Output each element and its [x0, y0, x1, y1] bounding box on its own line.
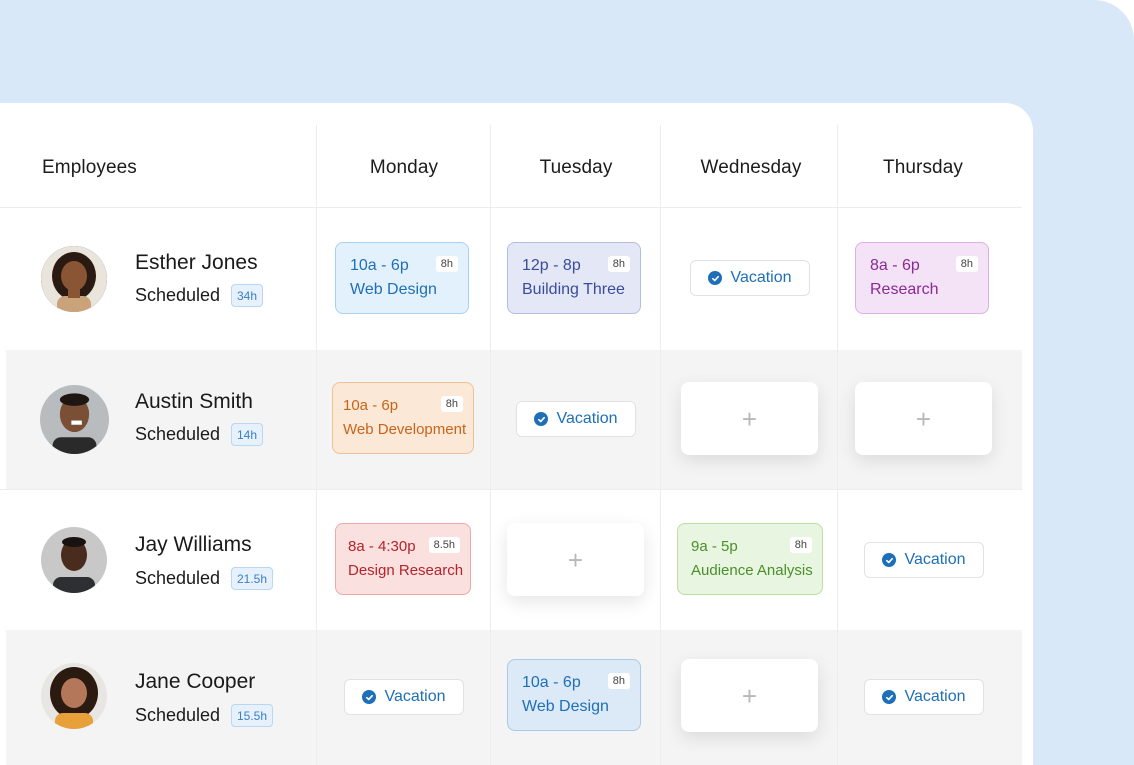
vacation-chip[interactable]: Vacation: [516, 401, 636, 437]
check-circle-icon: [882, 690, 897, 704]
vacation-label: Vacation: [556, 410, 618, 427]
hours-badge: 15.5h: [231, 704, 274, 727]
check-circle-icon: [534, 412, 549, 426]
column-divider: [837, 125, 838, 765]
shift-card[interactable]: 12p - 8p 8h Building Three: [507, 242, 641, 314]
row-divider: [0, 489, 1022, 490]
add-shift-button[interactable]: +: [855, 382, 992, 455]
shift-time: 8a - 6p: [870, 257, 920, 274]
vacation-chip[interactable]: Vacation: [864, 679, 984, 715]
column-header-wednesday: Wednesday: [700, 157, 802, 178]
shift-place: Design Research: [348, 562, 464, 579]
column-divider: [316, 125, 317, 765]
plus-icon: +: [567, 544, 584, 575]
shift-duration: 8h: [607, 673, 630, 689]
vacation-label: Vacation: [384, 688, 446, 705]
employee-name: Jay Williams: [135, 533, 252, 556]
check-circle-icon: [882, 553, 897, 567]
employee-name: Esther Jones: [135, 251, 258, 274]
shift-time: 8a - 4:30p: [348, 538, 416, 555]
avatar[interactable]: [41, 527, 107, 593]
column-divider: [490, 125, 491, 765]
add-shift-button[interactable]: +: [507, 523, 644, 596]
avatar[interactable]: [41, 246, 107, 312]
hours-badge: 14h: [231, 423, 264, 446]
shift-card[interactable]: 8a - 4:30p 8.5h Design Research: [335, 523, 471, 595]
shift-card[interactable]: 10a - 6p 8h Web Design: [507, 659, 641, 731]
plus-icon: +: [915, 403, 932, 434]
column-header-thursday: Thursday: [882, 157, 964, 178]
shift-duration: 8h: [440, 396, 463, 412]
column-divider: [660, 125, 661, 765]
employee-status: Scheduled: [135, 285, 221, 305]
vacation-chip[interactable]: Vacation: [690, 260, 810, 296]
shift-duration: 8h: [955, 256, 978, 272]
vacation-chip[interactable]: Vacation: [864, 542, 984, 578]
shift-place: Building Three: [522, 281, 625, 298]
plus-icon: +: [741, 680, 758, 711]
vacation-chip[interactable]: Vacation: [344, 679, 464, 715]
avatar[interactable]: [41, 663, 107, 729]
shift-card[interactable]: 8a - 6p 8h Research: [855, 242, 989, 314]
check-circle-icon: [708, 271, 723, 285]
shift-duration: 8h: [789, 537, 812, 553]
employee-name: Austin Smith: [135, 390, 253, 413]
vacation-label: Vacation: [730, 269, 792, 286]
column-header-employees: Employees: [42, 157, 137, 178]
shift-time: 10a - 6p: [343, 397, 399, 414]
header-divider: [0, 207, 1022, 208]
shift-place: Web Design: [522, 698, 609, 715]
employee-status: Scheduled: [135, 424, 221, 444]
shift-place: Web Development: [343, 421, 467, 438]
shift-card[interactable]: 10a - 6p 8h Web Design: [335, 242, 469, 314]
column-header-monday: Monday: [369, 157, 439, 178]
shift-time: 10a - 6p: [350, 257, 409, 274]
shift-time: 9a - 5p: [691, 538, 738, 555]
shift-time: 10a - 6p: [522, 674, 581, 691]
shift-place: Research: [870, 281, 939, 298]
employee-name: Jane Cooper: [135, 670, 256, 693]
employee-status: Scheduled: [135, 568, 221, 588]
shift-place: Audience Analysis: [691, 562, 813, 579]
check-circle-icon: [362, 690, 377, 704]
shift-duration: 8.5h: [428, 537, 460, 553]
hours-badge: 21.5h: [231, 567, 274, 590]
hours-badge: 34h: [231, 284, 264, 307]
shift-card[interactable]: 9a - 5p 8h Audience Analysis: [677, 523, 823, 595]
avatar[interactable]: [40, 385, 109, 454]
plus-icon: +: [741, 403, 758, 434]
column-header-tuesday: Tuesday: [539, 157, 613, 178]
vacation-label: Vacation: [904, 688, 966, 705]
shift-duration: 8h: [435, 256, 458, 272]
shift-time: 12p - 8p: [522, 257, 581, 274]
shift-card[interactable]: 10a - 6p 8h Web Development: [332, 382, 474, 454]
employee-status: Scheduled: [135, 705, 221, 725]
add-shift-button[interactable]: +: [681, 659, 818, 732]
shift-place: Web Design: [350, 281, 437, 298]
add-shift-button[interactable]: +: [681, 382, 818, 455]
schedule-card: Employees Monday Tuesday Wednesday Thurs…: [0, 103, 1033, 765]
vacation-label: Vacation: [904, 551, 966, 568]
shift-duration: 8h: [607, 256, 630, 272]
